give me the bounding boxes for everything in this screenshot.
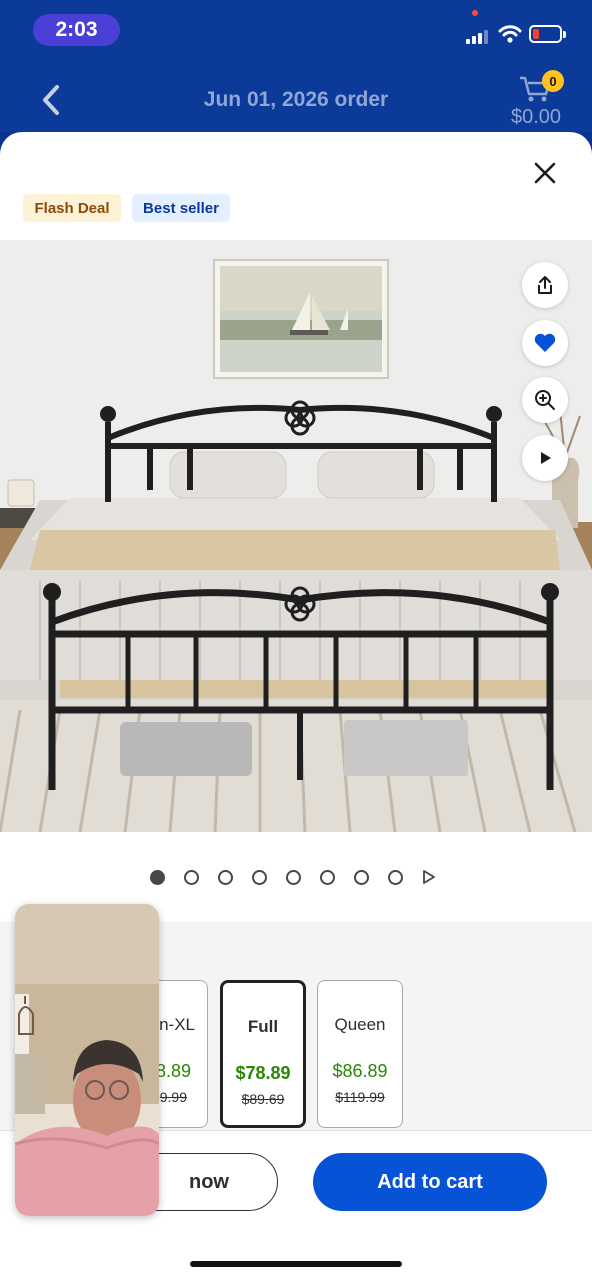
zoom-in-icon: [535, 390, 555, 410]
carousel-next-icon[interactable]: [422, 869, 436, 885]
share-button[interactable]: [522, 262, 568, 308]
carousel-dot[interactable]: [320, 869, 335, 885]
status-bar: 2:03: [0, 0, 592, 62]
size-option-label: Queen: [334, 1015, 386, 1034]
size-option-old-price: $89.69: [241, 1091, 285, 1107]
play-video-button[interactable]: [522, 435, 568, 481]
cart-total: $0.00: [510, 106, 562, 128]
signal-icon: [466, 28, 488, 44]
cart-count-badge: 0: [542, 70, 564, 92]
share-icon: [538, 276, 552, 294]
add-to-cart-button[interactable]: Add to cart: [313, 1153, 547, 1211]
best-seller-badge: Best seller: [132, 194, 230, 222]
zoom-button[interactable]: [522, 377, 568, 423]
carousel-dot[interactable]: [218, 869, 233, 885]
carousel-dot[interactable]: [388, 869, 403, 885]
carousel-dot[interactable]: [286, 869, 301, 885]
flash-deal-badge: Flash Deal: [23, 194, 121, 222]
carousel-dot[interactable]: [150, 869, 165, 885]
carousel-dot[interactable]: [252, 869, 267, 885]
carousel-dot[interactable]: [354, 869, 369, 885]
image-carousel-indicator: [150, 869, 436, 885]
play-icon: [541, 452, 551, 464]
size-option-queen[interactable]: Queen $86.89 $119.99: [317, 980, 403, 1128]
battery-icon: [529, 25, 566, 43]
size-option-price: $86.89: [332, 1061, 388, 1081]
size-option-label: Full: [247, 1017, 279, 1036]
size-option-old-price: $119.99: [335, 1089, 385, 1105]
favorite-button[interactable]: [522, 320, 568, 366]
cart-button[interactable]: 0 $0.00: [506, 68, 566, 130]
size-option-full[interactable]: Full $78.89 $89.69: [220, 980, 306, 1128]
carousel-dot[interactable]: [184, 869, 199, 885]
heart-icon: [534, 333, 556, 352]
page-title: Jun 01, 2026 order: [203, 88, 389, 111]
recording-indicator: [472, 10, 478, 16]
status-time: 2:03: [33, 14, 120, 46]
app-header: Jun 01, 2026 order 0 $0.00: [0, 62, 592, 132]
size-option-price: $78.89: [235, 1063, 291, 1083]
wifi-icon: [498, 25, 522, 43]
product-image[interactable]: [0, 240, 592, 832]
home-indicator[interactable]: [190, 1261, 402, 1267]
video-call-overlay[interactable]: [15, 904, 159, 1216]
close-icon[interactable]: [530, 158, 560, 188]
